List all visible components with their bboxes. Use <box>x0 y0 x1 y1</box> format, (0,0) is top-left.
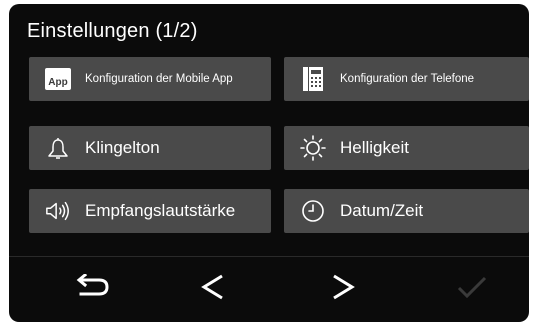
clock-icon <box>300 198 326 224</box>
telefone-config-label: Konfiguration der Telefone <box>340 73 475 85</box>
checkmark-icon <box>456 275 488 304</box>
datum-zeit-button[interactable]: Datum/Zeit <box>284 189 529 233</box>
mobile-app-config-button[interactable]: App Konfiguration der Mobile App <box>29 57 271 101</box>
back-arrow-icon <box>73 272 113 305</box>
empfangslautstaerke-button[interactable]: Empfangslautstärke <box>29 189 271 233</box>
klingelton-button[interactable]: Klingelton <box>29 126 271 170</box>
page-title: Einstellungen (1/2) <box>27 20 198 42</box>
desk-phone-icon <box>300 66 326 92</box>
previous-page-button[interactable] <box>183 269 243 309</box>
chevron-left-icon <box>200 273 226 306</box>
speaker-icon <box>45 198 71 224</box>
back-button[interactable] <box>63 269 123 309</box>
confirm-button[interactable] <box>442 269 502 309</box>
nav-divider <box>9 256 529 257</box>
helligkeit-label: Helligkeit <box>340 138 409 157</box>
klingelton-label: Klingelton <box>85 138 160 157</box>
datum-zeit-label: Datum/Zeit <box>340 201 424 220</box>
telefone-config-button[interactable]: Konfiguration der Telefone <box>284 57 529 101</box>
mobile-app-config-label: Konfiguration der Mobile App <box>85 73 233 85</box>
empfangslautstaerke-label: Empfangslautstärke <box>85 201 236 220</box>
app-icon: App <box>45 66 71 92</box>
helligkeit-button[interactable]: Helligkeit <box>284 126 529 170</box>
app-icon-text: App <box>45 68 71 90</box>
next-page-button[interactable] <box>313 269 373 309</box>
chevron-right-icon <box>330 273 356 306</box>
bell-icon <box>45 135 71 161</box>
sun-icon <box>300 135 326 161</box>
settings-screen: Einstellungen (1/2) App Konfiguration de… <box>9 4 529 322</box>
